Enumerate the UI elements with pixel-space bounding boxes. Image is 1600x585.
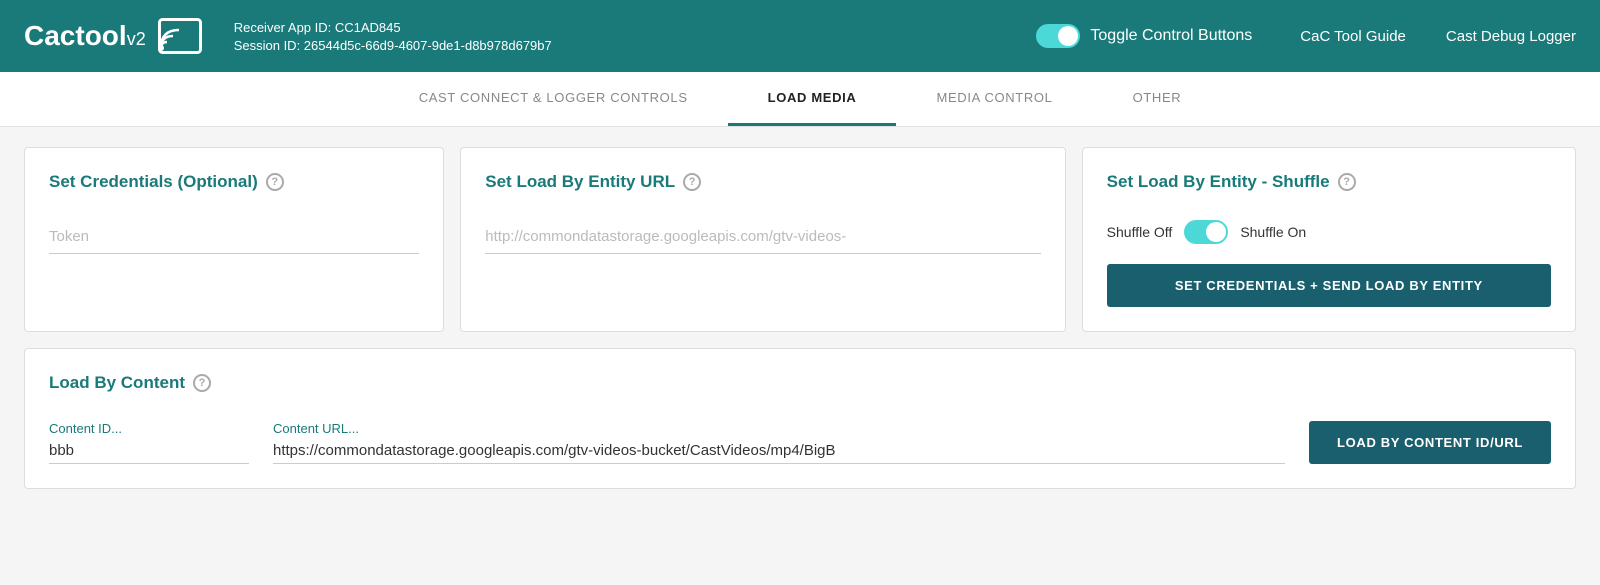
session-id: Session ID: 26544d5c-66d9-4607-9de1-d8b9… bbox=[234, 38, 1037, 53]
load-content-button[interactable]: LOAD BY CONTENT ID/URL bbox=[1309, 421, 1551, 464]
load-content-card-title: Load By Content ? bbox=[49, 373, 1551, 393]
content-id-value[interactable]: bbb bbox=[49, 442, 249, 464]
cast-debug-logger-link[interactable]: Cast Debug Logger bbox=[1446, 28, 1576, 45]
content-url-label: Content URL... bbox=[273, 421, 1285, 436]
header-info: Receiver App ID: CC1AD845 Session ID: 26… bbox=[234, 20, 1037, 53]
shuffle-on-label: Shuffle On bbox=[1240, 224, 1306, 240]
load-content-help-icon[interactable]: ? bbox=[193, 374, 211, 392]
entity-shuffle-title-text: Set Load By Entity - Shuffle bbox=[1107, 172, 1330, 192]
bottom-row-fields: Content ID... bbb Content URL... https:/… bbox=[49, 421, 1551, 464]
toggle-label: Toggle Control Buttons bbox=[1090, 27, 1252, 45]
cast-icon bbox=[158, 18, 202, 54]
entity-shuffle-help-icon[interactable]: ? bbox=[1338, 173, 1356, 191]
entity-url-card-title: Set Load By Entity URL ? bbox=[485, 172, 1040, 192]
app-header: Cactoolv2 Receiver App ID: CC1AD845 Sess… bbox=[0, 0, 1600, 72]
entity-url-input[interactable] bbox=[485, 220, 1040, 254]
shuffle-off-label: Shuffle Off bbox=[1107, 224, 1173, 240]
logo-name: Cactool bbox=[24, 20, 127, 51]
control-buttons-toggle[interactable] bbox=[1036, 24, 1080, 48]
content-url-group: Content URL... https://commondatastorage… bbox=[273, 421, 1285, 464]
toggle-area: Toggle Control Buttons bbox=[1036, 24, 1252, 48]
cac-tool-guide-link[interactable]: CaC Tool Guide bbox=[1300, 28, 1406, 45]
tab-media-control[interactable]: MEDIA CONTROL bbox=[896, 72, 1092, 126]
credentials-card-title: Set Credentials (Optional) ? bbox=[49, 172, 419, 192]
token-input[interactable] bbox=[49, 220, 419, 254]
tab-cast-connect[interactable]: CAST CONNECT & LOGGER CONTROLS bbox=[379, 72, 728, 126]
shuffle-row: Shuffle Off Shuffle On bbox=[1107, 220, 1551, 244]
set-credentials-send-load-button[interactable]: SET CREDENTIALS + SEND LOAD BY ENTITY bbox=[1107, 264, 1551, 307]
credentials-title-text: Set Credentials (Optional) bbox=[49, 172, 258, 192]
tab-other[interactable]: OTHER bbox=[1093, 72, 1222, 126]
content-id-group: Content ID... bbb bbox=[49, 421, 249, 464]
entity-url-title-text: Set Load By Entity URL bbox=[485, 172, 675, 192]
credentials-help-icon[interactable]: ? bbox=[266, 173, 284, 191]
entity-url-help-icon[interactable]: ? bbox=[683, 173, 701, 191]
content-url-value[interactable]: https://commondatastorage.googleapis.com… bbox=[273, 442, 1285, 464]
tab-load-media[interactable]: LOAD MEDIA bbox=[728, 72, 897, 126]
content-id-label: Content ID... bbox=[49, 421, 249, 436]
logo-area: Cactoolv2 bbox=[24, 18, 202, 54]
top-row: Set Credentials (Optional) ? Set Load By… bbox=[24, 147, 1576, 332]
tabs-bar: CAST CONNECT & LOGGER CONTROLS LOAD MEDI… bbox=[0, 72, 1600, 127]
header-nav: CaC Tool Guide Cast Debug Logger bbox=[1300, 28, 1576, 45]
shuffle-toggle[interactable] bbox=[1184, 220, 1228, 244]
credentials-card: Set Credentials (Optional) ? bbox=[24, 147, 444, 332]
logo-text: Cactoolv2 bbox=[24, 20, 146, 52]
entity-url-card: Set Load By Entity URL ? bbox=[460, 147, 1065, 332]
logo-version: v2 bbox=[127, 29, 146, 49]
load-content-title-text: Load By Content bbox=[49, 373, 185, 393]
entity-shuffle-card-title: Set Load By Entity - Shuffle ? bbox=[1107, 172, 1551, 192]
main-content: Set Credentials (Optional) ? Set Load By… bbox=[0, 127, 1600, 509]
entity-shuffle-card: Set Load By Entity - Shuffle ? Shuffle O… bbox=[1082, 147, 1576, 332]
receiver-app-id: Receiver App ID: CC1AD845 bbox=[234, 20, 1037, 35]
load-content-card: Load By Content ? Content ID... bbb Cont… bbox=[24, 348, 1576, 489]
